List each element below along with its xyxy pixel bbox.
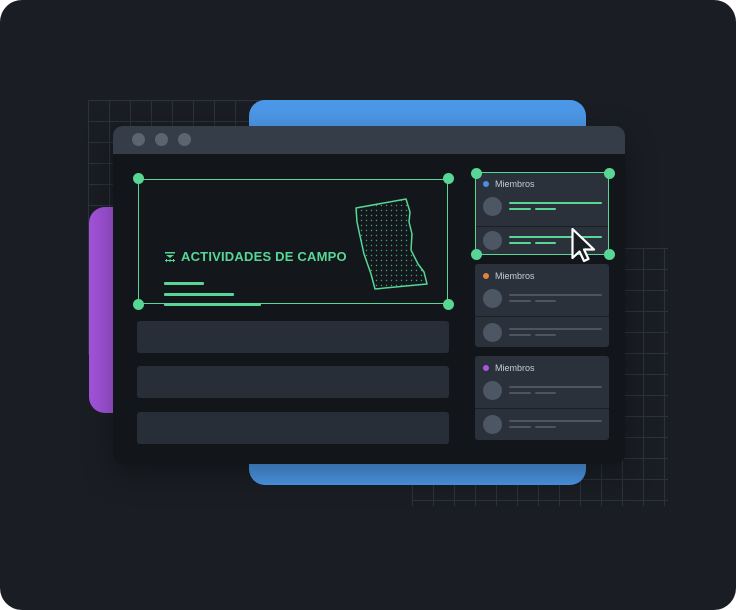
avatar <box>483 323 502 342</box>
resize-handle[interactable] <box>443 173 454 184</box>
terrain-map-illustration <box>355 198 428 290</box>
members-panel[interactable]: Miembros <box>475 356 609 440</box>
content-row[interactable] <box>137 366 449 398</box>
text-placeholder-line <box>509 420 602 422</box>
avatar <box>483 415 502 434</box>
mouse-cursor-icon <box>571 227 596 263</box>
divider <box>475 408 609 409</box>
divider <box>475 316 609 317</box>
window-titlebar <box>113 126 625 154</box>
window-control-dot[interactable] <box>132 133 145 146</box>
text-placeholder-line <box>509 386 602 388</box>
content-row[interactable] <box>137 412 449 444</box>
resize-handle[interactable] <box>133 173 144 184</box>
text-placeholder-line <box>535 392 556 394</box>
panel-header: Miembros <box>483 362 535 374</box>
resize-handle[interactable] <box>604 168 615 179</box>
panel-label: Miembros <box>495 271 535 281</box>
window-control-dot[interactable] <box>178 133 191 146</box>
card-title: ACTIVIDADES DE CAMPO <box>181 249 347 264</box>
avatar <box>483 381 502 400</box>
illustration-card: ACTIVIDADES DE CAMPO Miembros Miembros M… <box>0 0 736 610</box>
text-placeholder-line <box>164 282 204 285</box>
text-placeholder-line <box>535 334 556 336</box>
resize-handle[interactable] <box>133 299 144 310</box>
resize-handle[interactable] <box>471 249 482 260</box>
resize-handle[interactable] <box>471 168 482 179</box>
status-dot <box>483 365 489 371</box>
text-placeholder-line <box>509 392 531 394</box>
window-control-dot[interactable] <box>155 133 168 146</box>
text-placeholder-line <box>535 300 556 302</box>
app-window: ACTIVIDADES DE CAMPO Miembros Miembros M… <box>113 126 625 464</box>
text-placeholder-line <box>509 426 531 428</box>
text-placeholder-line <box>509 328 602 330</box>
resize-handle[interactable] <box>604 249 615 260</box>
members-panel[interactable]: Miembros <box>475 264 609 347</box>
text-placeholder-line <box>535 426 556 428</box>
avatar <box>483 289 502 308</box>
text-placeholder-line <box>509 300 531 302</box>
field-map-icon <box>165 252 175 262</box>
content-row[interactable] <box>137 321 449 353</box>
text-placeholder-line <box>509 294 602 296</box>
panel-label: Miembros <box>495 363 535 373</box>
panel-header: Miembros <box>483 270 535 282</box>
text-placeholder-line <box>164 293 234 296</box>
status-dot <box>483 273 489 279</box>
text-placeholder-line <box>509 334 531 336</box>
resize-handle[interactable] <box>443 299 454 310</box>
text-placeholder-line <box>164 303 261 306</box>
field-activities-card[interactable]: ACTIVIDADES DE CAMPO <box>138 179 448 306</box>
